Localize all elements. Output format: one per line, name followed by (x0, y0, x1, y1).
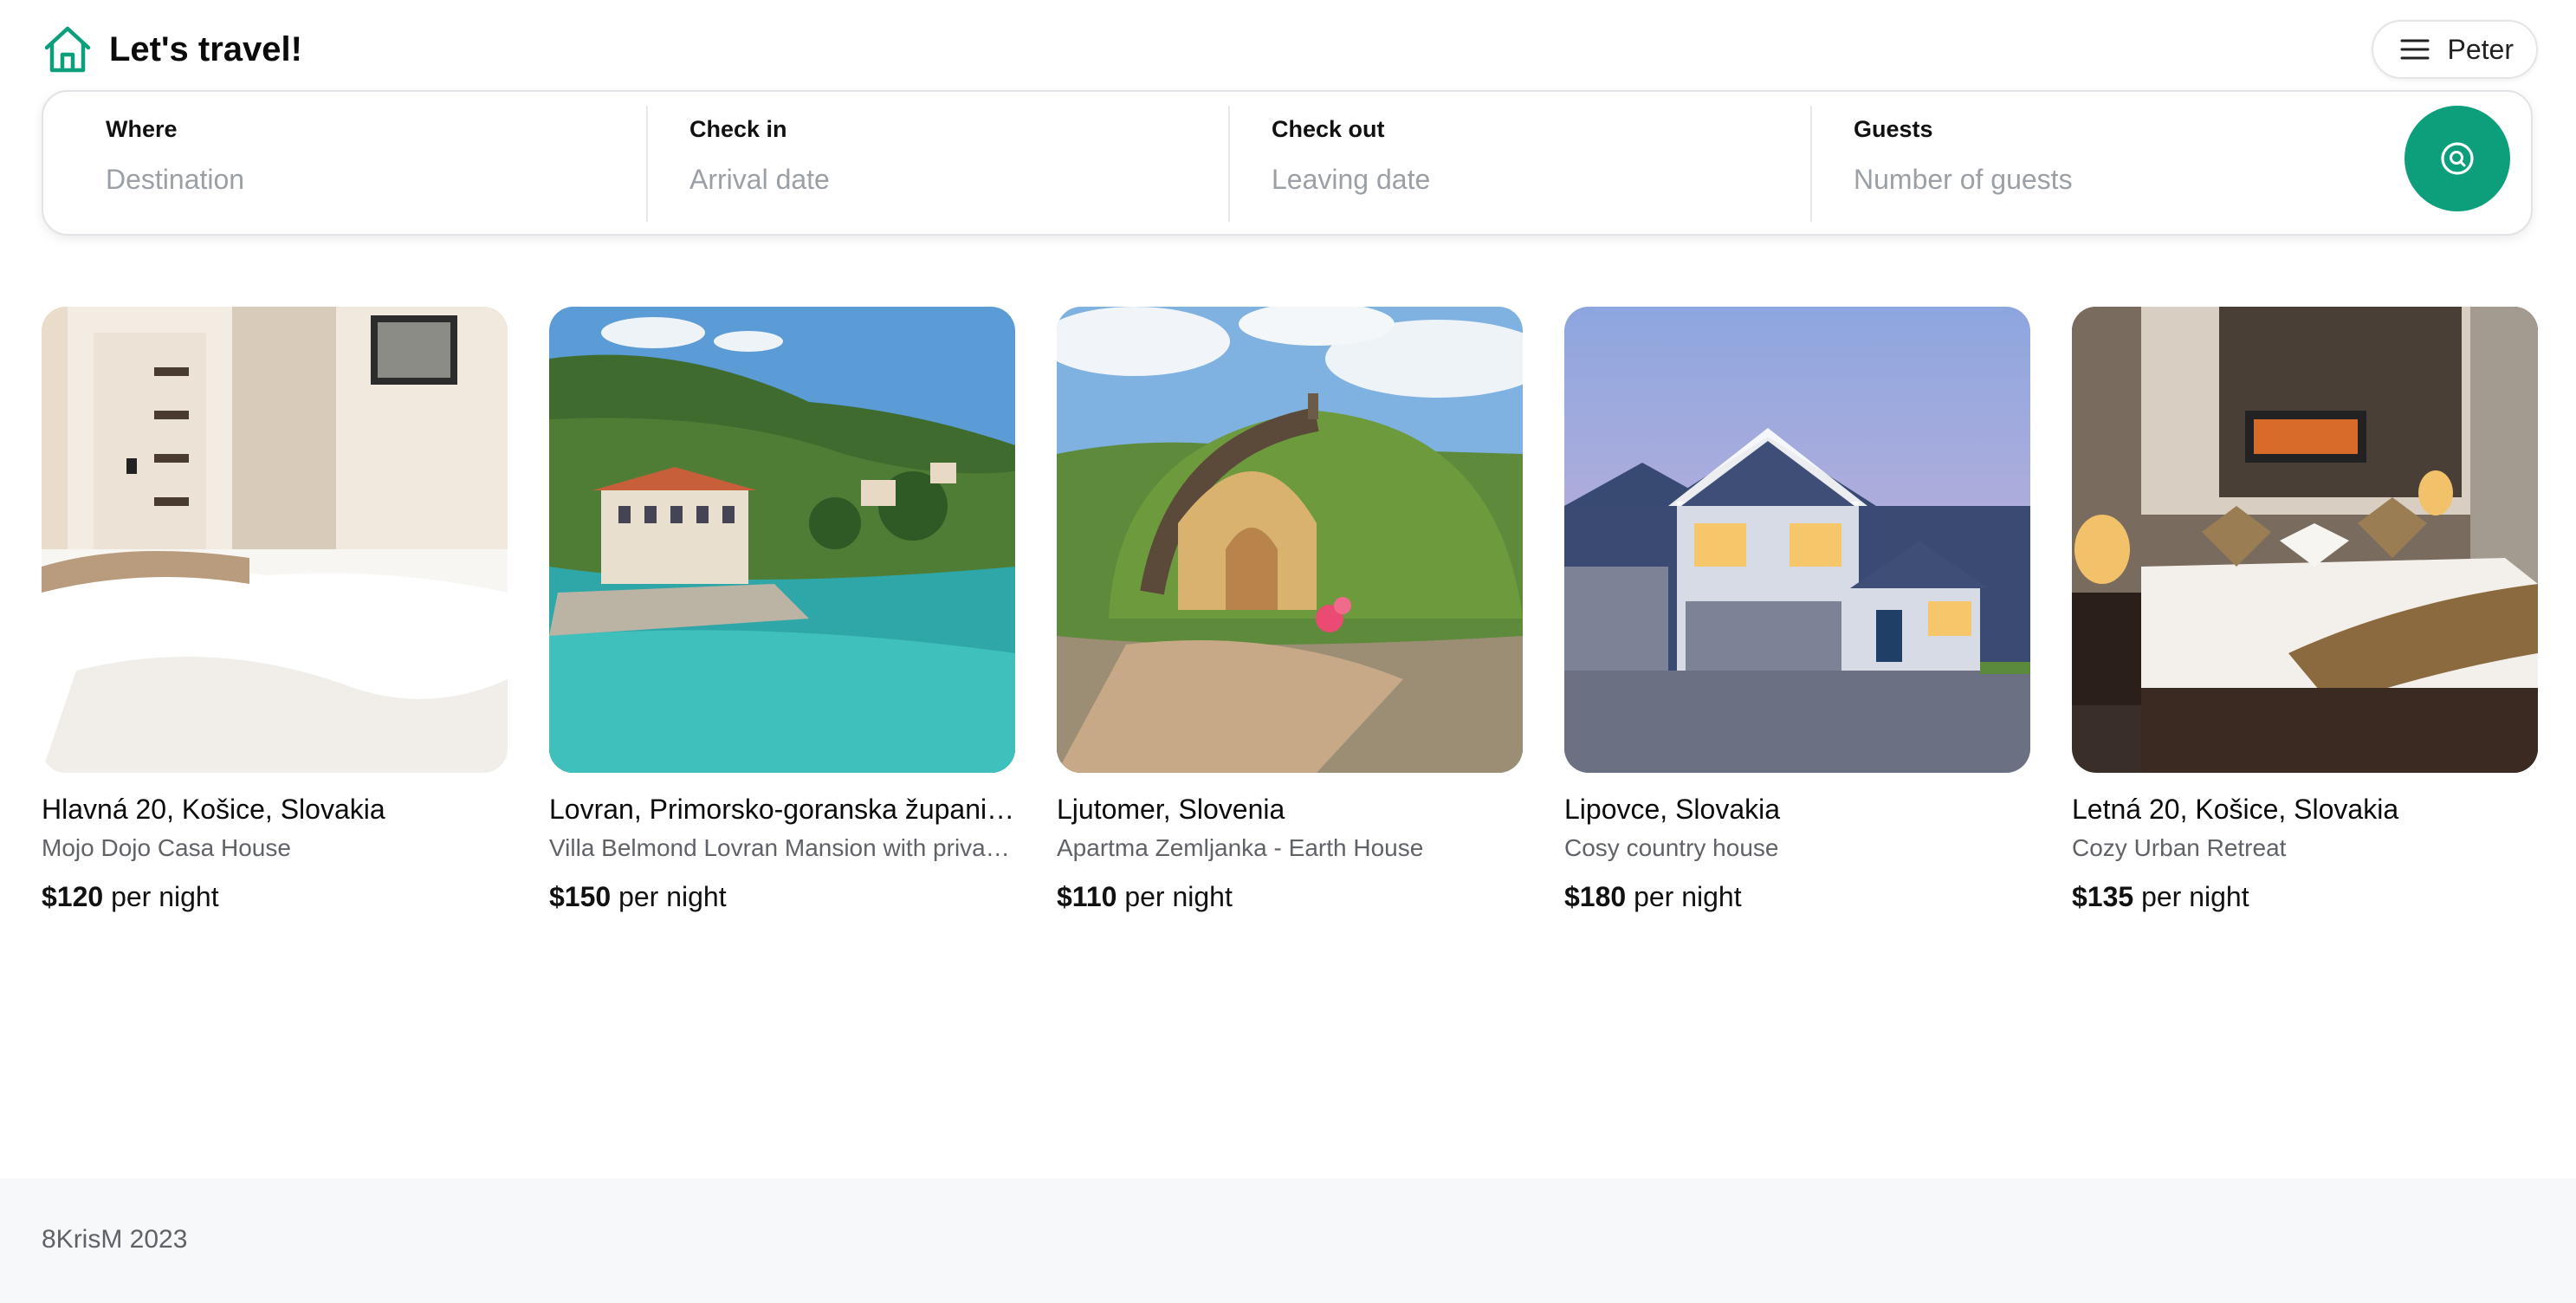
price-unit: per night (2141, 881, 2249, 912)
listing-price: $150 per night (549, 881, 1015, 913)
app-title: Let's travel! (109, 29, 302, 68)
country-house-photo (1564, 307, 2030, 773)
footer: 8KrisM 2023 (0, 1178, 2576, 1303)
checkin-label: Check in (689, 116, 787, 142)
listing-subtitle: Cozy Urban Retreat (2072, 834, 2287, 861)
price-amount: $135 (2072, 881, 2134, 912)
coastal-villa-photo (549, 307, 1015, 773)
listing-card[interactable]: Lovran, Primorsko-goranska županija, Cro… (549, 307, 1015, 913)
header: Let's travel! Peter (42, 20, 2538, 79)
listing-image[interactable] (2072, 307, 2538, 773)
search-bar: Where Check in Check out Guests (42, 90, 2533, 236)
hamburger-menu-icon (2399, 34, 2430, 65)
checkout-field[interactable]: Check out (1228, 106, 1810, 222)
listing-price: $135 per night (2072, 881, 2538, 913)
listing-card[interactable]: Letná 20, Košice, Slovakia Cozy Urban Re… (2072, 307, 2538, 913)
listing-title: Lipovce, Slovakia (1564, 794, 1781, 825)
price-amount: $120 (42, 881, 104, 912)
brand[interactable]: Let's travel! (42, 23, 302, 75)
listing-price: $110 per night (1057, 881, 1523, 913)
listing-price: $180 per night (1564, 881, 2030, 913)
listing-title: Ljutomer, Slovenia (1057, 794, 1285, 825)
price-amount: $150 (549, 881, 612, 912)
listing-image[interactable] (1564, 307, 2030, 773)
hotel-room-photo (2072, 307, 2538, 773)
listing-subtitle: Mojo Dojo Casa House (42, 834, 291, 861)
listing-card[interactable]: Ljutomer, Slovenia Apartma Zemljanka - E… (1057, 307, 1523, 913)
price-amount: $110 (1057, 881, 1117, 912)
user-menu-button[interactable]: Peter (2371, 20, 2538, 79)
listing-image[interactable] (549, 307, 1015, 773)
guests-input[interactable] (1854, 164, 2339, 196)
price-unit: per night (618, 881, 727, 912)
bedroom-photo (42, 307, 508, 773)
page: Let's travel! Peter Where Check in Check… (0, 0, 2576, 1303)
where-field[interactable]: Where (85, 106, 646, 222)
checkin-field[interactable]: Check in (646, 106, 1228, 222)
price-unit: per night (111, 881, 219, 912)
price-unit: per night (1634, 881, 1742, 912)
earth-house-photo (1057, 307, 1523, 773)
listing-title: Lovran, Primorsko-goranska županija, Cro… (549, 794, 1015, 825)
listing-title: Letná 20, Košice, Slovakia (2072, 794, 2399, 825)
leaving-date-input[interactable] (1272, 164, 1757, 196)
destination-input[interactable] (106, 164, 591, 196)
listing-image[interactable] (42, 307, 508, 773)
search-button[interactable] (2404, 106, 2510, 211)
guests-field[interactable]: Guests (1810, 106, 2365, 222)
footer-copyright: 8KrisM 2023 (42, 1225, 188, 1254)
checkout-label: Check out (1272, 116, 1385, 142)
guests-label: Guests (1854, 116, 1933, 142)
listing-subtitle: Apartma Zemljanka - Earth House (1057, 834, 1424, 861)
listing-subtitle: Villa Belmond Lovran Mansion with privat… (549, 834, 1015, 861)
arrival-date-input[interactable] (689, 164, 1175, 196)
home-icon (42, 23, 94, 75)
listing-title: Hlavná 20, Košice, Slovakia (42, 794, 385, 825)
listing-image[interactable] (1057, 307, 1523, 773)
listings-grid: Hlavná 20, Košice, Slovakia Mojo Dojo Ca… (42, 307, 2538, 913)
price-amount: $180 (1564, 881, 1627, 912)
listing-subtitle: Cosy country house (1564, 834, 1779, 861)
listing-card[interactable]: Hlavná 20, Košice, Slovakia Mojo Dojo Ca… (42, 307, 508, 913)
where-label: Where (106, 116, 178, 142)
listing-price: $120 per night (42, 881, 508, 913)
search-icon (2438, 139, 2476, 178)
price-unit: per night (1124, 881, 1233, 912)
listing-card[interactable]: Lipovce, Slovakia Cosy country house $18… (1564, 307, 2030, 913)
user-name: Peter (2447, 33, 2514, 65)
